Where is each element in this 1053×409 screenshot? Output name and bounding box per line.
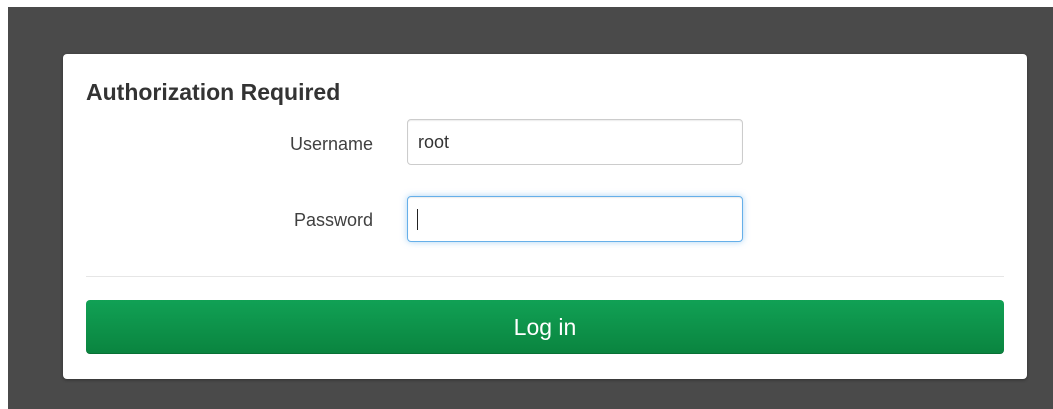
form-divider	[86, 276, 1004, 277]
page-title: Authorization Required	[86, 79, 341, 105]
username-label: Username	[289, 134, 373, 154]
password-label: Password	[293, 210, 373, 230]
text-cursor	[417, 209, 418, 230]
login-button[interactable]: Log in	[86, 300, 1004, 354]
password-input[interactable]	[407, 196, 743, 242]
login-panel: Authorization Required Username Password…	[63, 54, 1027, 379]
username-input[interactable]	[407, 119, 743, 165]
page-backdrop: Authorization Required Username Password…	[8, 7, 1053, 409]
